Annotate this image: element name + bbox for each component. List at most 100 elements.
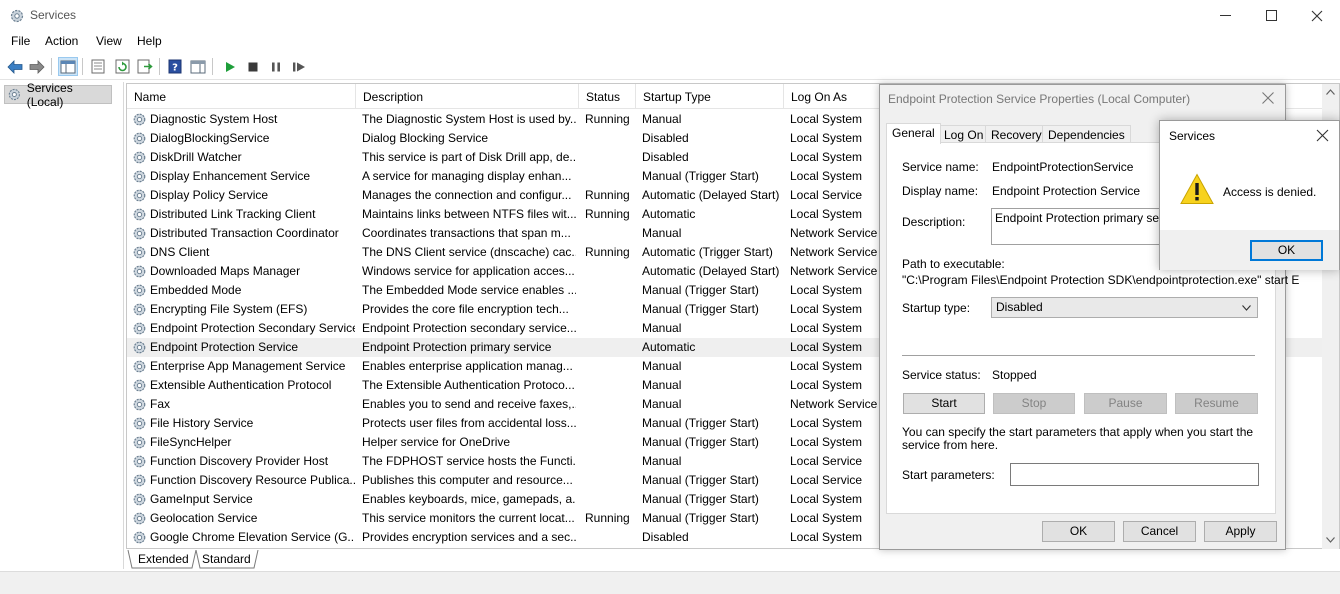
close-icon[interactable]	[1261, 91, 1275, 105]
service-startup-type: Manual (Trigger Start)	[642, 169, 759, 183]
startup-type-dropdown[interactable]: Disabled	[991, 297, 1258, 318]
service-status	[585, 376, 637, 395]
tab-standard[interactable]: Standard	[194, 550, 259, 569]
tab-extended[interactable]: Extended	[130, 550, 197, 569]
refresh-button[interactable]	[112, 57, 132, 76]
service-startup-type: Manual	[642, 397, 682, 411]
service-log-on-as: Local System	[790, 321, 863, 335]
service-gear-icon	[133, 398, 146, 411]
service-name: Endpoint Protection Service	[150, 340, 299, 354]
service-startup-type: Disabled	[642, 530, 689, 544]
start-parameters-input[interactable]	[1010, 463, 1259, 486]
show-hide-action-pane-icon	[190, 60, 206, 73]
help-button[interactable]: ?	[165, 57, 185, 76]
service-description: Provides the core file encryption tech..…	[362, 302, 569, 316]
service-log-on-as: Network Service	[790, 264, 878, 278]
service-startup-type: Automatic (Delayed Start)	[642, 188, 780, 202]
column-header-startup-type[interactable]: Startup Type	[636, 84, 784, 109]
maximize-button[interactable]	[1248, 0, 1294, 31]
tab-dependencies[interactable]: Dependencies	[1042, 125, 1131, 143]
pause-button[interactable]: Pause	[1084, 393, 1167, 414]
menu-help[interactable]: Help	[137, 34, 162, 48]
service-gear-icon	[133, 113, 146, 126]
export-list-button[interactable]	[135, 57, 155, 76]
properties-button[interactable]	[88, 57, 108, 76]
status-bar	[0, 571, 1340, 594]
service-gear-icon	[133, 493, 146, 506]
service-description: A service for managing display enhan...	[362, 169, 572, 183]
start-parameters-label: Start parameters:	[902, 468, 995, 482]
service-status	[585, 471, 637, 490]
display-name-label: Display name:	[902, 184, 979, 198]
service-gear-icon	[133, 265, 146, 278]
service-log-on-as: Local System	[790, 530, 863, 544]
service-name: Function Discovery Provider Host	[150, 454, 329, 468]
service-name: DiskDrill Watcher	[150, 150, 242, 164]
service-name: Display Policy Service	[150, 188, 269, 202]
cancel-button[interactable]: Cancel	[1123, 521, 1196, 542]
service-name: Geolocation Service	[150, 511, 258, 525]
minimize-button[interactable]	[1202, 0, 1248, 31]
service-gear-icon	[133, 303, 146, 316]
service-gear-icon	[133, 151, 146, 164]
resume-service-button[interactable]	[289, 57, 309, 76]
service-name: Function Discovery Resource Publica...	[150, 473, 355, 487]
service-log-on-as: Local Service	[790, 454, 863, 468]
service-status	[585, 338, 637, 357]
tree-item-label: Services (Local)	[26, 80, 73, 109]
ok-button[interactable]: OK	[1042, 521, 1115, 542]
service-description: Manages the connection and configur...	[362, 188, 572, 202]
start-button[interactable]: Start	[903, 393, 985, 414]
service-status	[585, 433, 637, 452]
service-status	[585, 395, 637, 414]
column-header-description[interactable]: Description	[356, 84, 579, 109]
export-list-icon	[137, 59, 153, 74]
service-gear-icon	[133, 322, 146, 335]
stop-button[interactable]: Stop	[993, 393, 1075, 414]
column-header-name[interactable]: Name	[127, 84, 356, 109]
service-status	[585, 319, 637, 338]
tree-item-services-local[interactable]: Services (Local)	[4, 81, 112, 109]
toolbar: ?	[0, 53, 1340, 80]
tab-recovery[interactable]: Recovery	[985, 125, 1048, 143]
menu-file[interactable]: File	[11, 34, 30, 48]
column-header-log-on-as[interactable]: Log On As	[784, 84, 884, 109]
close-icon[interactable]	[1316, 129, 1329, 142]
forward-button[interactable]	[27, 57, 47, 76]
menu-view[interactable]: View	[96, 34, 122, 48]
description-field[interactable]: Endpoint Protection primary service	[991, 208, 1161, 245]
service-log-on-as: Local System	[790, 150, 863, 164]
service-log-on-as: Network Service	[790, 397, 878, 411]
service-startup-type: Manual	[642, 359, 682, 373]
start-service-button[interactable]	[220, 57, 240, 76]
close-button[interactable]	[1294, 0, 1340, 31]
resume-button[interactable]: Resume	[1175, 393, 1258, 414]
pause-service-button[interactable]	[266, 57, 286, 76]
pause-service-icon	[272, 62, 280, 71]
start-service-icon	[226, 61, 235, 72]
service-startup-type: Automatic (Trigger Start)	[642, 245, 773, 259]
service-gear-icon	[133, 284, 146, 297]
stop-service-button[interactable]	[243, 57, 263, 76]
service-startup-type: Manual (Trigger Start)	[642, 473, 759, 487]
scroll-up-icon[interactable]	[1326, 89, 1335, 95]
show-hide-tree-button[interactable]	[58, 57, 78, 76]
tab-general[interactable]: General	[886, 123, 941, 144]
tree-pane: Services (Local)	[0, 81, 124, 569]
service-log-on-as: Local System	[790, 511, 863, 525]
messagebox-ok-button[interactable]: OK	[1250, 240, 1323, 261]
column-header-status[interactable]: Status	[579, 84, 636, 109]
service-description: The DNS Client service (dnscache) cac...	[362, 245, 576, 259]
service-log-on-as: Local System	[790, 416, 863, 430]
apply-button[interactable]: Apply	[1204, 521, 1277, 542]
scroll-down-icon[interactable]	[1326, 537, 1335, 543]
service-startup-type: Manual	[642, 226, 682, 240]
back-button[interactable]	[5, 57, 25, 76]
service-startup-type: Automatic (Delayed Start)	[642, 264, 780, 278]
tab-log-on[interactable]: Log On	[938, 125, 990, 143]
show-hide-action-pane-button[interactable]	[188, 57, 208, 76]
service-log-on-as: Local System	[790, 378, 863, 392]
menu-action[interactable]: Action	[45, 34, 78, 48]
service-status	[585, 490, 637, 509]
access-denied-messagebox: Services Access is denied. OK	[1159, 120, 1340, 270]
